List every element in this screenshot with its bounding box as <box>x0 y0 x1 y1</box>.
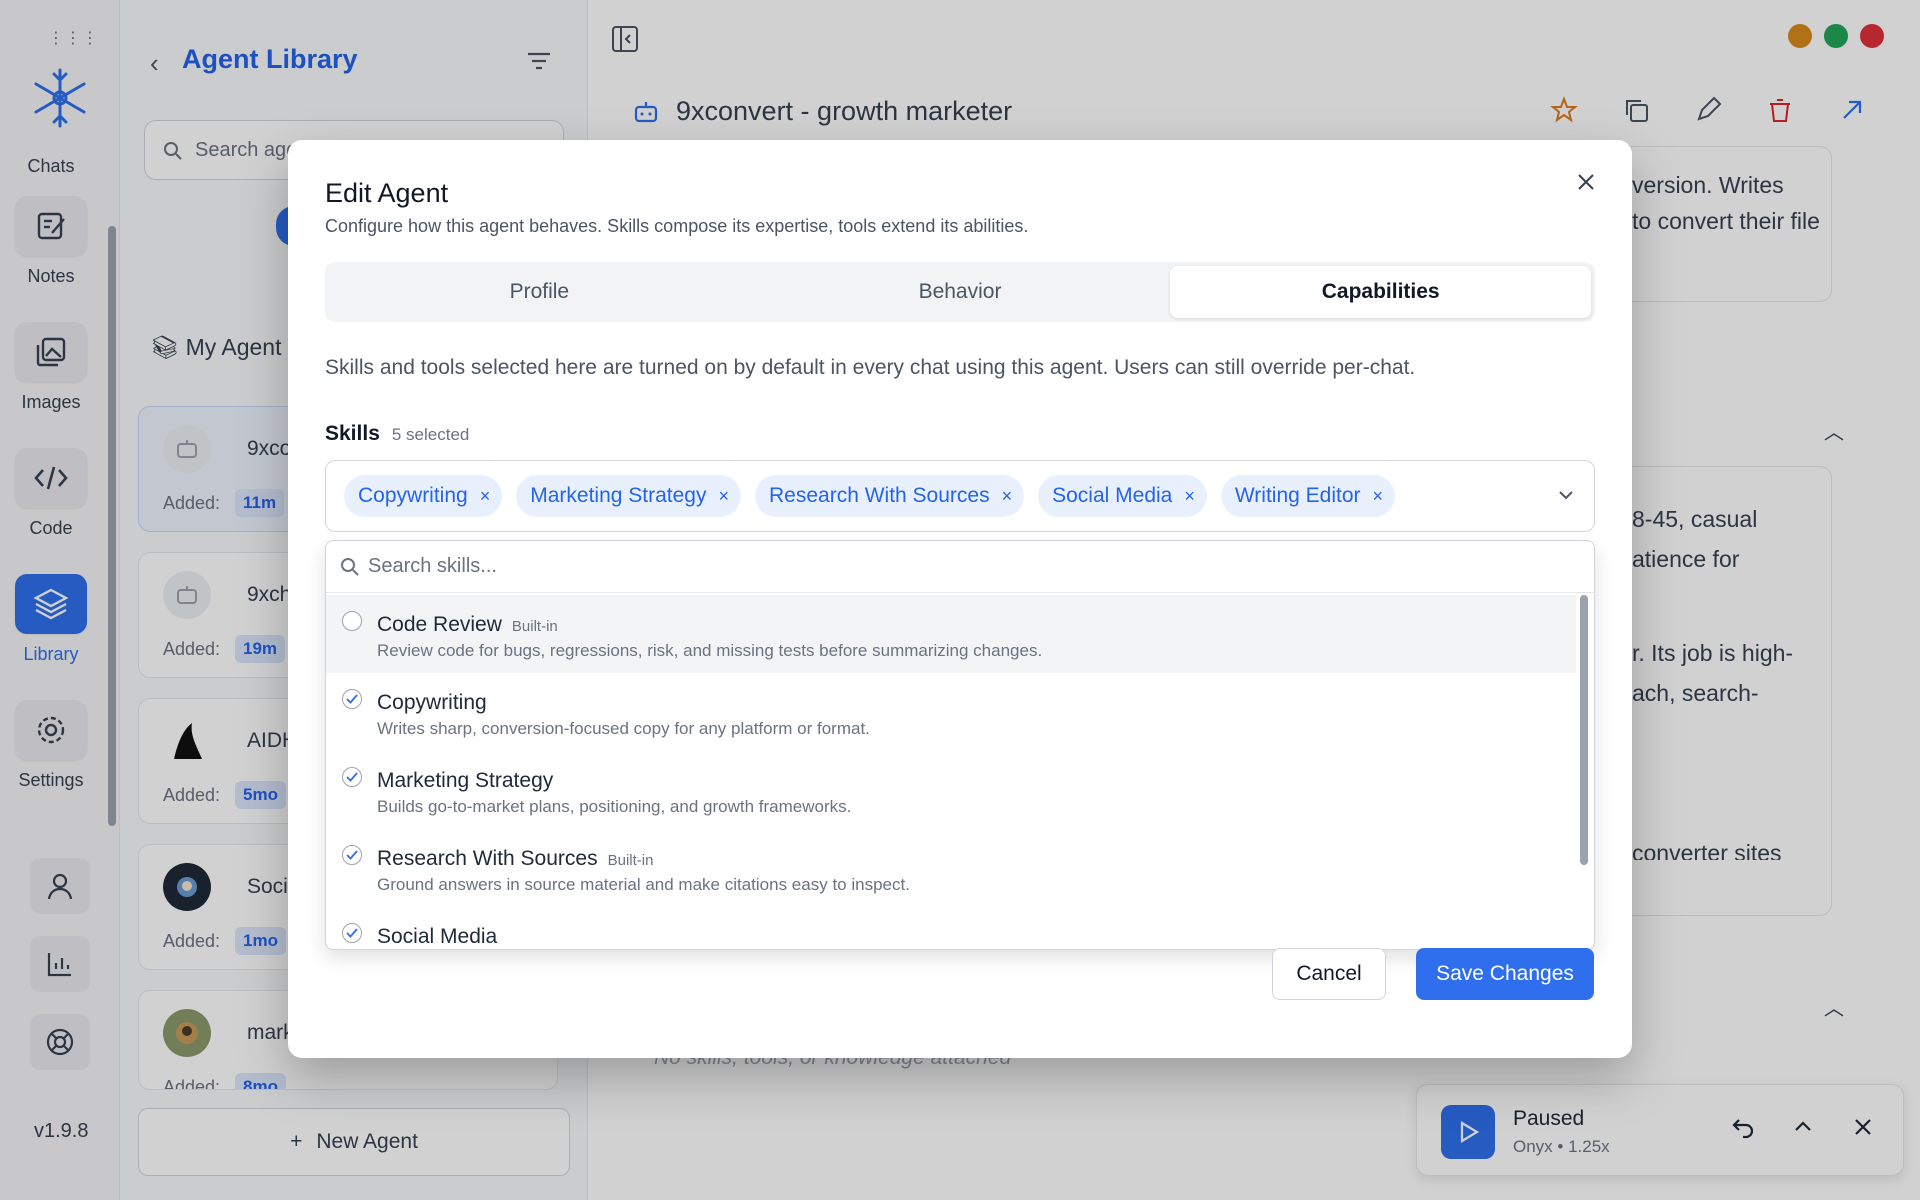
skill-option-title: Marketing Strategy <box>377 769 553 793</box>
skill-option-name: Marketing Strategy <box>377 769 554 792</box>
skills-label: Skills <box>325 422 380 445</box>
skills-dropdown: Search skills... Code Review Built-in Rev… <box>325 540 1595 950</box>
skill-option-description: Ground answers in source material and ma… <box>377 875 910 894</box>
dialog-close-button[interactable] <box>1570 166 1602 198</box>
skill-chip: Marketing Strategy × <box>516 475 741 517</box>
cancel-button[interactable]: Cancel <box>1272 948 1386 1000</box>
dialog-tabs: Profile Behavior Capabilities <box>325 262 1595 322</box>
skill-chip-label: Social Media <box>1052 484 1173 507</box>
check-circle-icon[interactable] <box>342 845 362 865</box>
skill-option-name: Research With Sources <box>377 847 598 870</box>
search-icon <box>341 558 359 576</box>
skill-chip-label: Writing Editor <box>1234 484 1361 507</box>
builtin-badge: Built-in <box>511 618 558 635</box>
check-circle-icon[interactable] <box>342 923 362 943</box>
skill-option-name: Social Media <box>377 925 498 948</box>
skill-chip-label: Research With Sources <box>769 484 990 507</box>
remove-chip-icon[interactable]: × <box>718 486 729 507</box>
skills-heading: Skills 5 selected <box>325 422 469 446</box>
skills-search-placeholder: Search skills... <box>368 555 497 577</box>
skill-chip: Social Media × <box>1038 475 1207 517</box>
tab-capabilities[interactable]: Capabilities <box>1170 266 1592 318</box>
remove-chip-icon[interactable]: × <box>480 486 491 507</box>
capabilities-description: Skills and tools selected here are turne… <box>325 356 1416 379</box>
remove-chip-icon[interactable]: × <box>1373 486 1384 507</box>
skill-chip-label: Marketing Strategy <box>530 484 707 507</box>
builtin-badge: Built-in <box>607 852 654 869</box>
skill-option[interactable]: Social Media <box>326 907 1576 949</box>
skill-option-title: Social Media <box>377 925 497 949</box>
save-changes-button[interactable]: Save Changes <box>1416 948 1594 1000</box>
dropdown-scrollbar[interactable] <box>1580 595 1588 865</box>
unchecked-circle-icon[interactable] <box>342 611 362 631</box>
skill-option-title: Copywriting <box>377 691 487 715</box>
skill-option-description: Writes sharp, conversion-focused copy fo… <box>377 719 870 738</box>
skill-option[interactable]: Copywriting Writes sharp, conversion-foc… <box>326 673 1576 751</box>
skill-option[interactable]: Marketing Strategy Builds go-to-market p… <box>326 751 1576 829</box>
dialog-subtitle: Configure how this agent behaves. Skills… <box>325 216 1029 236</box>
skills-multiselect[interactable]: Copywriting × Marketing Strategy × Resea… <box>325 460 1595 532</box>
skill-chip-label: Copywriting <box>358 484 468 507</box>
skill-option-description: Builds go-to-market plans, positioning, … <box>377 797 852 816</box>
skill-option-description: Review code for bugs, regressions, risk,… <box>377 641 1043 660</box>
close-icon <box>1578 174 1594 190</box>
remove-chip-icon[interactable]: × <box>1002 486 1013 507</box>
remove-chip-icon[interactable]: × <box>1184 486 1195 507</box>
check-circle-icon[interactable] <box>342 689 362 709</box>
skill-option-title: Research With Sources Built-in <box>377 847 653 871</box>
edit-agent-dialog: Edit Agent Configure how this agent beha… <box>288 140 1632 1058</box>
skill-chip: Writing Editor × <box>1220 475 1396 517</box>
check-circle-icon[interactable] <box>342 767 362 787</box>
skill-option-title: Code Review Built-in <box>377 613 558 637</box>
skill-option[interactable]: Research With Sources Built-in Ground ans… <box>326 829 1576 907</box>
skill-chip: Copywriting × <box>344 475 503 517</box>
skill-option[interactable]: Code Review Built-in Review code for bugs… <box>326 595 1576 673</box>
skills-search-input[interactable]: Search skills... <box>326 541 1594 593</box>
dialog-title: Edit Agent <box>325 178 449 208</box>
skill-option-name: Code Review <box>377 613 502 636</box>
tab-profile[interactable]: Profile <box>329 266 750 318</box>
skills-count: 5 selected <box>391 425 470 444</box>
skill-chip: Research With Sources × <box>755 475 1025 517</box>
selected-skill-chips: Copywriting × Marketing Strategy × Resea… <box>344 475 1396 517</box>
chevron-down-icon[interactable] <box>1556 485 1576 505</box>
skill-option-name: Copywriting <box>377 691 487 714</box>
tab-behavior[interactable]: Behavior <box>750 266 1171 318</box>
